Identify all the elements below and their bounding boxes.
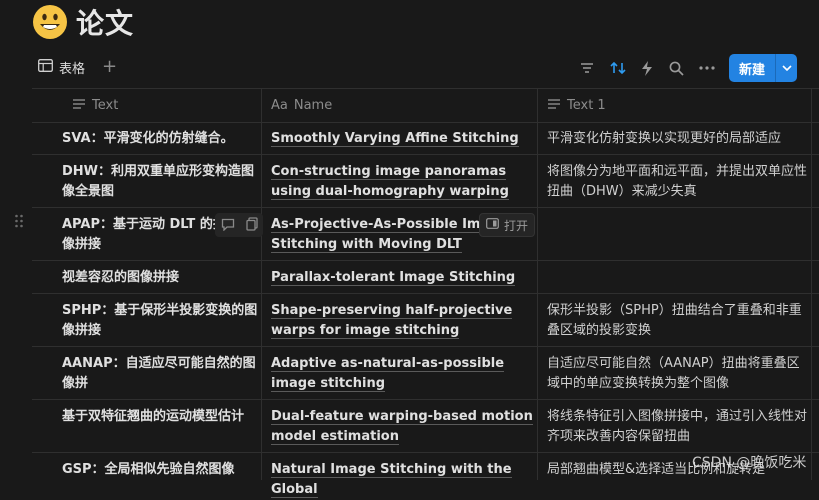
text-lines-icon bbox=[547, 98, 561, 114]
new-button[interactable]: 新建 bbox=[729, 54, 775, 82]
page-title[interactable]: 论文 bbox=[76, 2, 134, 42]
table-header: Text Aa Name Text 1 bbox=[32, 88, 819, 123]
cell-name[interactable]: Natural Image Stitching with the Global bbox=[271, 460, 533, 500]
cell-name[interactable]: Con-structing image panoramas using dual… bbox=[271, 162, 533, 202]
cell-text1[interactable]: 将线条特征引入图像拼接中，通过引入线性对齐项来改善内容保留扭曲 bbox=[547, 407, 809, 447]
cell-text1[interactable]: 保形半投影（SPHP）扭曲结合了重叠和非重叠区域的投影变换 bbox=[547, 301, 809, 341]
search-icon[interactable] bbox=[667, 59, 685, 77]
new-button-group: 新建 bbox=[729, 54, 797, 82]
column-header-label: Text 1 bbox=[567, 98, 606, 113]
page-header: 论文 bbox=[32, 2, 134, 42]
side-peek-icon bbox=[486, 218, 499, 232]
cell-text1[interactable]: 自适应尽可能自然（AANAP）扭曲将重叠区域中的单应变换转换为整个图像 bbox=[547, 354, 809, 394]
row-title-link[interactable]: Shape-preserving half-projective warps f… bbox=[271, 303, 513, 339]
sort-icon[interactable] bbox=[609, 59, 627, 77]
row-title-link[interactable]: Natural Image Stitching with the Global bbox=[271, 462, 512, 498]
table-view-tab[interactable]: 表格 bbox=[38, 58, 85, 77]
text-lines-icon bbox=[72, 98, 86, 114]
comment-icon[interactable] bbox=[221, 216, 235, 235]
row-title-link[interactable]: Con-structing image panoramas using dual… bbox=[271, 164, 509, 200]
column-header-name[interactable]: Aa Name bbox=[271, 89, 332, 122]
cell-name[interactable]: Smoothly Varying Affine Stitching bbox=[271, 129, 533, 149]
cell-text[interactable]: SVA：平滑变化的仿射缝合。 bbox=[62, 129, 262, 149]
column-header-label: Name bbox=[293, 98, 333, 113]
cell-name[interactable]: Parallax-tolerant Image Stitching bbox=[271, 268, 533, 288]
database-toolbar: 表格 + 新建 bbox=[0, 54, 819, 84]
cell-name[interactable]: Adaptive as-natural-as-possible image st… bbox=[271, 354, 533, 394]
open-row-button[interactable]: 打开 bbox=[479, 213, 536, 237]
copy-icon[interactable] bbox=[245, 216, 258, 235]
row-title-link[interactable]: Adaptive as-natural-as-possible image st… bbox=[271, 356, 505, 392]
cell-text[interactable]: 基于双特征翘曲的运动模型估计 bbox=[62, 407, 262, 427]
cell-text[interactable]: AANAP：自适应尽可能自然的图像拼 bbox=[62, 354, 262, 394]
open-row-label: 打开 bbox=[504, 218, 529, 233]
table-row[interactable]: DHW：利用双重单应形变构造图像全景图 Con-structing image … bbox=[32, 155, 819, 208]
filter-icon[interactable] bbox=[578, 59, 596, 77]
cell-text[interactable]: SPHP：基于保形半投影变换的图像拼接 bbox=[62, 301, 262, 341]
lightning-icon[interactable] bbox=[638, 59, 656, 77]
more-icon[interactable] bbox=[698, 59, 716, 77]
column-header-text[interactable]: Text bbox=[72, 89, 118, 122]
cell-text[interactable]: GSP：全局相似先验自然图像 bbox=[62, 460, 262, 480]
watermark: CSDN @晚饭吃米 bbox=[692, 455, 807, 471]
table-row[interactable]: 基于双特征翘曲的运动模型估计 Dual-feature warping-base… bbox=[32, 400, 819, 453]
cell-text1[interactable]: 将图像分为地平面和远平面，并提出双单应性扭曲（DHW）来减少失真 bbox=[547, 162, 809, 202]
chevron-down-icon[interactable] bbox=[776, 54, 797, 82]
row-title-link[interactable]: As-Projective-As-Possible Image Stitchin… bbox=[271, 217, 508, 253]
table-row[interactable]: 视差容忍的图像拼接 Parallax-tolerant Image Stitch… bbox=[32, 261, 819, 294]
cell-text1[interactable]: 平滑变化仿射变换以实现更好的局部适应 bbox=[547, 129, 809, 149]
row-hover-actions bbox=[215, 213, 263, 237]
column-header-label: Text bbox=[92, 98, 119, 113]
table-row[interactable]: SVA：平滑变化的仿射缝合。 Smoothly Varying Affine S… bbox=[32, 122, 819, 155]
cell-name[interactable]: Shape-preserving half-projective warps f… bbox=[271, 301, 533, 341]
cell-text[interactable]: 视差容忍的图像拼接 bbox=[62, 268, 262, 288]
title-property-icon: Aa bbox=[271, 98, 288, 113]
table-row[interactable]: APAP：基于运动 DLT 的投影图像拼接 As-Projective-As-P… bbox=[32, 208, 819, 261]
table-row[interactable]: AANAP：自适应尽可能自然的图像拼 Adaptive as-natural-a… bbox=[32, 347, 819, 400]
cell-text[interactable]: DHW：利用双重单应形变构造图像全景图 bbox=[62, 162, 262, 202]
add-view-plus-icon[interactable]: + bbox=[102, 56, 117, 77]
smiling-face-emoji-icon[interactable] bbox=[32, 4, 68, 40]
drag-handle-icon[interactable] bbox=[14, 213, 24, 233]
table-icon bbox=[38, 59, 53, 76]
row-title-link[interactable]: Parallax-tolerant Image Stitching bbox=[271, 270, 516, 286]
table-view-label: 表格 bbox=[59, 62, 86, 77]
table-row[interactable]: SPHP：基于保形半投影变换的图像拼接 Shape-preserving hal… bbox=[32, 294, 819, 347]
cell-name[interactable]: Dual-feature warping-based motion model … bbox=[271, 407, 533, 447]
row-title-link[interactable]: Smoothly Varying Affine Stitching bbox=[271, 131, 519, 147]
column-header-text1[interactable]: Text 1 bbox=[547, 89, 606, 122]
row-title-link[interactable]: Dual-feature warping-based motion model … bbox=[271, 409, 533, 445]
